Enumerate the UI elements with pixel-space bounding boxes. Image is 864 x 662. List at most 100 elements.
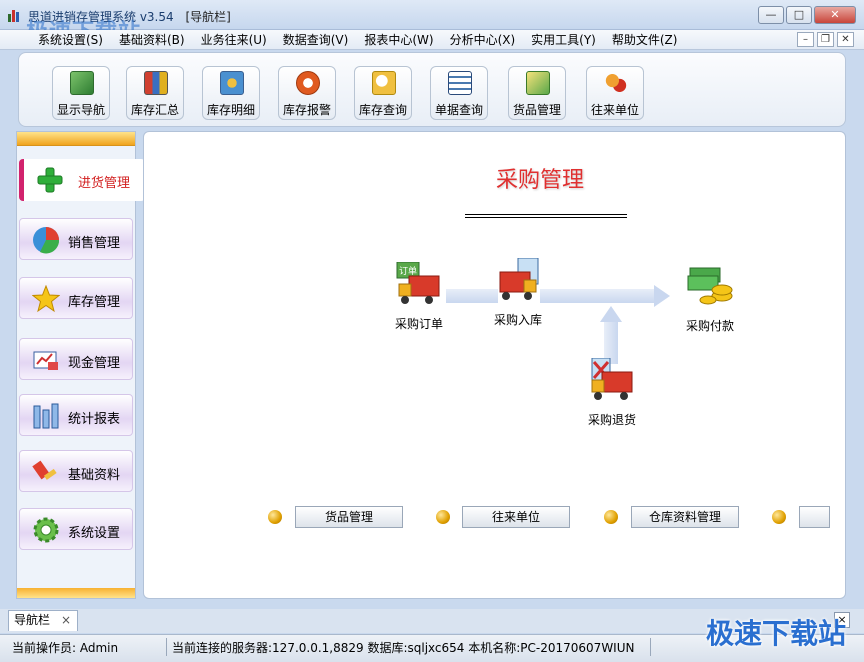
menu-analysis[interactable]: 分析中心(X) [442, 32, 524, 48]
warehouse-link-button[interactable]: 仓库资料管理 [631, 506, 739, 528]
maximize-button[interactable]: □ [786, 6, 812, 24]
document-query-icon [448, 71, 472, 95]
document-query-button[interactable]: 单据查询 [430, 66, 488, 120]
watermark-bottom-right: 极速下载站 [705, 617, 846, 650]
goods-icon [526, 71, 550, 95]
window-controls: — □ ✕ [758, 6, 856, 24]
stock-alarm-icon [296, 71, 320, 95]
tab-navigation[interactable]: 导航栏 × [8, 610, 78, 631]
pie-chart-icon [33, 227, 60, 254]
sidebar-item-label: 库存管理 [68, 295, 121, 310]
menu-data-query[interactable]: 数据查询(V) [275, 32, 357, 48]
main-panel: 采购管理 订单 采购订单 采购入库 采购付款 采购退货 货品管理 往来单位 仓库… [143, 131, 846, 599]
stock-alarm-button[interactable]: 库存报警 [278, 66, 336, 120]
page-title: 采购管理 [496, 168, 585, 193]
bullet-icon [436, 510, 450, 524]
mdi-close-button[interactable]: ✕ [837, 32, 854, 47]
menu-basic-data[interactable]: 基础资料(B) [111, 32, 193, 48]
status-separator [650, 638, 651, 656]
extra-link-button[interactable] [799, 506, 830, 528]
gear-icon [33, 517, 59, 543]
stock-detail-button[interactable]: 库存明细 [202, 66, 260, 120]
toolbar: 显示导航 库存汇总 库存明细 库存报警 库存查询 单据查询 货品管理 往来单位 [18, 52, 846, 127]
purchase-return-node[interactable]: 采购退货 [576, 357, 648, 428]
tab-label: 导航栏 [14, 613, 51, 627]
sidebar-top-bar [17, 132, 135, 146]
menu-system[interactable]: 系统设置(S) [30, 32, 111, 48]
title-bar: 思道进销存管理系统 v3.54 [导航栏] 极速下载站 — □ ✕ [0, 0, 864, 45]
purchase-order-node[interactable]: 订单 采购订单 [383, 261, 455, 332]
sidebar-item-label: 现金管理 [68, 356, 121, 371]
sidebar-item-label: 统计报表 [68, 412, 121, 427]
goods-management-link: 货品管理 [268, 506, 408, 528]
sidebar-item-settings[interactable]: 系统设置 [19, 508, 133, 550]
purchase-payment-icon [687, 267, 733, 305]
sidebar-item-inventory[interactable]: 库存管理 [19, 277, 133, 319]
stock-detail-icon [220, 71, 244, 95]
sidebar-item-purchase[interactable]: 进货管理 [19, 159, 145, 201]
order-tag-text: 订单 [399, 265, 417, 277]
stock-summary-icon [144, 71, 168, 95]
extra-link [772, 506, 834, 528]
purchase-order-label: 采购订单 [394, 317, 443, 331]
app-icon [8, 8, 22, 22]
arrow-inbound-to-payment [540, 289, 654, 303]
purchase-inbound-label: 采购入库 [493, 313, 542, 327]
sidebar: 进货管理 销售管理 库存管理 现金管理 统计报表 基础资料 系统设置 [16, 131, 145, 599]
contacts-link-button[interactable]: 往来单位 [462, 506, 570, 528]
stock-query-button[interactable]: 库存查询 [354, 66, 412, 120]
menu-bar: 系统设置(S) 基础资料(B) 业务往来(U) 数据查询(V) 报表中心(W) … [0, 30, 864, 50]
purchase-payment-node[interactable]: 采购付款 [674, 264, 746, 334]
sidebar-item-label: 进货管理 [78, 176, 131, 191]
sidebar-bottom-bar [17, 588, 135, 598]
close-button[interactable]: ✕ [814, 6, 856, 24]
bullet-icon [268, 510, 282, 524]
stock-summary-button[interactable]: 库存汇总 [126, 66, 184, 120]
contacts-button[interactable]: 往来单位 [586, 66, 644, 120]
cash-icon [33, 351, 58, 370]
star-icon [32, 285, 60, 313]
purchase-inbound-node[interactable]: 采购入库 [482, 257, 554, 328]
bullet-icon [604, 510, 618, 524]
sidebar-item-basic-data[interactable]: 基础资料 [19, 450, 133, 492]
mdi-minimize-button[interactable]: – [797, 32, 814, 47]
arrow-head-up [600, 306, 622, 322]
connection-status: 当前连接的服务器:127.0.0.1,8829 数据库:sqljxc654 本机… [172, 641, 635, 655]
mdi-controls: – ❐ ✕ [797, 32, 854, 47]
goods-management-button[interactable]: 货品管理 [508, 66, 566, 120]
status-separator [166, 638, 167, 656]
menu-tools[interactable]: 实用工具(Y) [523, 32, 604, 48]
sidebar-item-sales[interactable]: 销售管理 [19, 218, 133, 260]
purchase-inbound-icon [499, 257, 539, 300]
menu-items: 系统设置(S) 基础资料(B) 业务往来(U) 数据查询(V) 报表中心(W) … [30, 32, 685, 48]
navigation-icon [70, 71, 94, 95]
minimize-button[interactable]: — [758, 6, 784, 24]
purchase-return-icon [591, 357, 633, 400]
sidebar-item-label: 基础资料 [68, 468, 121, 483]
mdi-restore-button[interactable]: ❐ [817, 32, 834, 47]
bar-report-icon [33, 403, 59, 429]
sidebar-item-reports[interactable]: 统计报表 [19, 394, 133, 436]
sidebar-item-label: 系统设置 [68, 526, 121, 541]
purchase-order-icon: 订单 [396, 261, 440, 304]
sidebar-item-cash[interactable]: 现金管理 [19, 338, 133, 380]
sidebar-item-label: 销售管理 [68, 236, 121, 251]
bullet-icon [772, 510, 786, 524]
brush-icon [32, 460, 57, 480]
purchase-payment-label: 采购付款 [685, 319, 734, 333]
arrow-head-right [654, 285, 670, 307]
contacts-link: 往来单位 [436, 506, 576, 528]
stock-query-icon [372, 71, 396, 95]
menu-help[interactable]: 帮助文件(Z) [604, 32, 686, 48]
title-divider [465, 214, 627, 218]
plus-icon [37, 167, 63, 193]
purchase-return-label: 采购退货 [587, 413, 636, 427]
show-navigation-button[interactable]: 显示导航 [52, 66, 110, 120]
operator-status: 当前操作员: Admin [12, 641, 119, 655]
tab-close-icon[interactable]: × [61, 611, 71, 630]
warehouse-link: 仓库资料管理 [604, 506, 744, 528]
menu-business[interactable]: 业务往来(U) [193, 32, 275, 48]
goods-management-link-button[interactable]: 货品管理 [295, 506, 403, 528]
menu-reports[interactable]: 报表中心(W) [356, 32, 441, 48]
contacts-icon [604, 71, 628, 95]
